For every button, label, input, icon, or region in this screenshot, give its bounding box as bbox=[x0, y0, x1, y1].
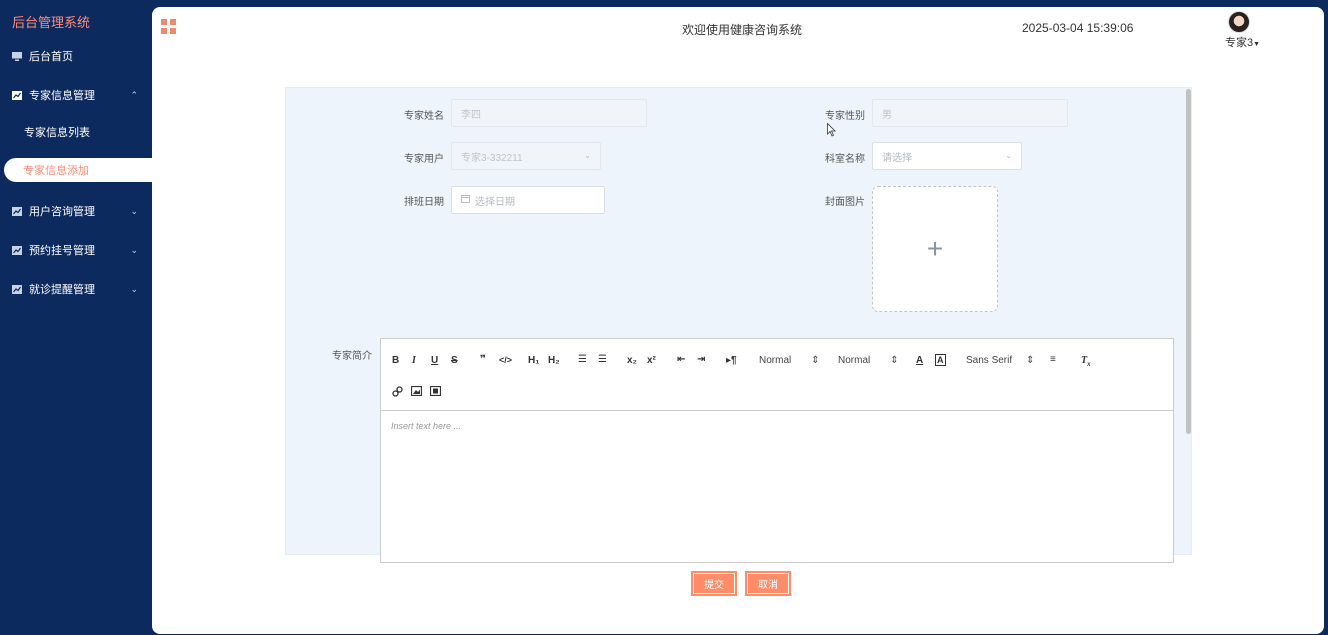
sidebar-item-label: 用户咨询管理 bbox=[29, 206, 95, 218]
sidebar-item-reminder-management[interactable]: 就诊提醒管理 ⌄ bbox=[0, 271, 152, 307]
chevron-down-icon: ⌄ bbox=[584, 151, 591, 160]
subscript-icon[interactable]: x₂ bbox=[627, 355, 637, 366]
expert-name-field: 李四 bbox=[451, 99, 647, 127]
cover-image-upload[interactable]: + bbox=[872, 186, 998, 312]
code-icon[interactable]: </> bbox=[499, 355, 512, 365]
link-icon[interactable] bbox=[392, 386, 403, 400]
expert-gender-label: 专家性别 bbox=[825, 111, 865, 122]
ordered-list-icon[interactable]: ☰ bbox=[578, 354, 587, 365]
select-arrows-icon: ⇕ bbox=[811, 355, 820, 366]
editor-toolbar: B I U S ❞ </> H₁ H₂ ☰ ☰ x₂ x² ⇤ ⇥ ▸¶ Nor… bbox=[381, 339, 1173, 411]
italic-icon[interactable]: I bbox=[412, 355, 416, 366]
sidebar-item-expert-management[interactable]: 专家信息管理 ⌃ bbox=[0, 77, 152, 113]
image-icon[interactable] bbox=[410, 385, 423, 399]
datetime: 2025-03-04 15:39:06 bbox=[1022, 21, 1134, 35]
size-select-value: Normal bbox=[838, 355, 871, 366]
cancel-button[interactable]: 取消 bbox=[745, 571, 791, 596]
mouse-cursor-icon bbox=[827, 123, 836, 137]
sidebar-item-label: 后台首页 bbox=[29, 51, 73, 63]
chevron-down-icon: ⌄ bbox=[1005, 151, 1012, 160]
chart-icon bbox=[12, 90, 22, 100]
chart-icon bbox=[12, 206, 22, 216]
sidebar-item-label: 专家信息添加 bbox=[23, 165, 89, 177]
sidebar-item-expert-add[interactable]: 专家信息添加 bbox=[4, 158, 160, 182]
sidebar-item-home[interactable]: 后台首页 bbox=[0, 38, 152, 74]
font-select-value: Sans Serif bbox=[966, 355, 1013, 366]
monitor-icon bbox=[12, 51, 22, 61]
schedule-date-picker[interactable]: 选择日期 bbox=[451, 186, 605, 214]
submit-button[interactable]: 提交 bbox=[691, 571, 737, 596]
cover-image-label: 封面图片 bbox=[825, 197, 865, 208]
indent-icon[interactable]: ⇥ bbox=[697, 354, 705, 365]
chevron-up-icon: ⌃ bbox=[130, 89, 138, 100]
user-menu[interactable]: 专家3▼ bbox=[1225, 34, 1260, 50]
chevron-down-icon: ⌄ bbox=[130, 244, 138, 255]
sidebar-item-label: 专家信息列表 bbox=[24, 127, 90, 139]
expert-user-select: 专家3-332211 ⌄ bbox=[451, 142, 601, 170]
main-panel: 欢迎使用健康咨询系统 2025-03-04 15:39:06 专家3▼ 专家姓名… bbox=[152, 7, 1324, 634]
plus-icon: + bbox=[926, 233, 944, 264]
blockquote-icon[interactable]: ❞ bbox=[480, 354, 486, 365]
sidebar-item-label: 就诊提醒管理 bbox=[29, 284, 95, 296]
editor-content[interactable]: Insert text here ... bbox=[391, 421, 461, 431]
size-select[interactable]: Normal ⇕ bbox=[838, 355, 899, 366]
expert-gender-field: 男 bbox=[872, 99, 1068, 127]
chevron-down-icon: ⌄ bbox=[130, 283, 138, 294]
expert-user-label: 专家用户 bbox=[404, 154, 444, 165]
menu-toggle-icon[interactable] bbox=[161, 19, 176, 34]
sidebar-item-expert-list[interactable]: 专家信息列表 bbox=[0, 114, 152, 150]
schedule-date-label: 排班日期 bbox=[404, 197, 444, 208]
avatar[interactable] bbox=[1228, 11, 1250, 33]
superscript-icon[interactable]: x² bbox=[647, 355, 656, 366]
align-icon[interactable]: ≡ bbox=[1050, 354, 1056, 365]
department-label: 科室名称 bbox=[825, 154, 865, 165]
header-select[interactable]: Normal ⇕ bbox=[759, 355, 820, 366]
page-title: 欢迎使用健康咨询系统 bbox=[682, 23, 803, 37]
rich-text-editor: B I U S ❞ </> H₁ H₂ ☰ ☰ x₂ x² ⇤ ⇥ ▸¶ Nor… bbox=[380, 338, 1174, 563]
expert-name-label: 专家姓名 bbox=[404, 111, 444, 122]
sidebar-item-label: 预约挂号管理 bbox=[29, 245, 95, 257]
background-color-icon[interactable]: A bbox=[935, 354, 946, 366]
video-icon[interactable] bbox=[429, 385, 442, 399]
chart-icon bbox=[12, 245, 22, 255]
select-arrows-icon: ⇕ bbox=[890, 355, 899, 366]
heading1-icon[interactable]: H₁ bbox=[528, 355, 539, 366]
caret-down-icon: ▼ bbox=[1253, 41, 1261, 48]
expert-intro-label: 专家简介 bbox=[332, 351, 372, 362]
clean-format-icon[interactable]: Tx bbox=[1081, 355, 1091, 368]
expert-gender-value: 男 bbox=[882, 109, 892, 121]
expert-name-value: 李四 bbox=[461, 109, 481, 121]
sidebar-item-appointment-management[interactable]: 预约挂号管理 ⌄ bbox=[0, 232, 152, 268]
strikethrough-icon[interactable]: S bbox=[451, 355, 458, 366]
heading2-icon[interactable]: H₂ bbox=[548, 355, 560, 366]
select-arrows-icon: ⇕ bbox=[1026, 355, 1035, 366]
chevron-down-icon: ⌄ bbox=[130, 205, 138, 216]
department-select[interactable]: 请选择 ⌄ bbox=[872, 142, 1022, 170]
sidebar-item-label: 专家信息管理 bbox=[29, 90, 95, 102]
text-color-icon[interactable]: A bbox=[916, 355, 923, 366]
header-select-value: Normal bbox=[759, 355, 792, 366]
expert-user-value: 专家3-332211 bbox=[461, 152, 523, 164]
bold-icon[interactable]: B bbox=[392, 355, 399, 366]
bullet-list-icon[interactable]: ☰ bbox=[598, 354, 607, 365]
sidebar-item-consult-management[interactable]: 用户咨询管理 ⌄ bbox=[0, 193, 152, 229]
brand-title: 后台管理系统 bbox=[12, 15, 91, 30]
outdent-icon[interactable]: ⇤ bbox=[677, 354, 685, 365]
department-placeholder: 请选择 bbox=[882, 152, 912, 164]
sidebar: 后台管理系统 后台首页 专家信息管理 ⌃ 专家信息列表 专家信息添加 用户咨询管… bbox=[0, 0, 160, 635]
text-direction-icon[interactable]: ▸¶ bbox=[726, 355, 737, 366]
schedule-date-placeholder: 选择日期 bbox=[475, 196, 515, 208]
scrollbar[interactable] bbox=[1186, 89, 1191, 434]
user-name: 专家3 bbox=[1225, 37, 1254, 49]
chart-icon bbox=[12, 284, 22, 294]
calendar-icon bbox=[461, 194, 470, 206]
underline-icon[interactable]: U bbox=[431, 355, 438, 366]
font-select[interactable]: Sans Serif ⇕ bbox=[966, 355, 1035, 366]
